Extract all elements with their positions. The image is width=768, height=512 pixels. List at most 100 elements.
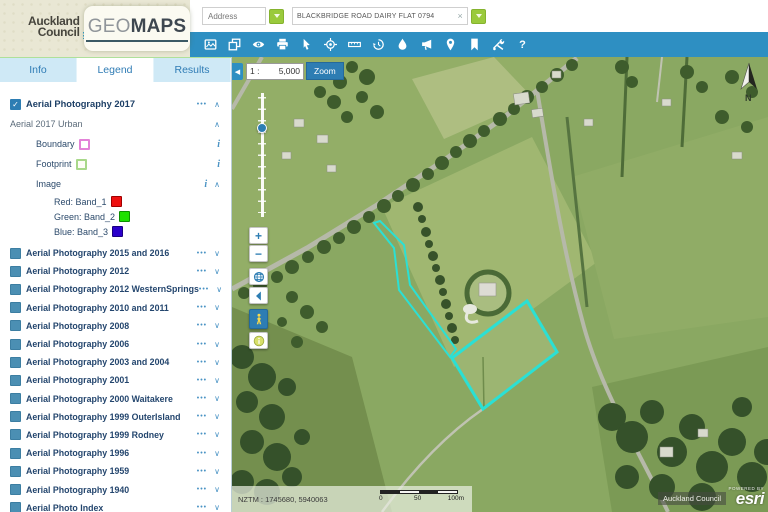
layer-checkbox[interactable]: [10, 339, 21, 350]
scale-input[interactable]: 1 : 5,000: [246, 63, 304, 80]
search-dropdown-button[interactable]: [471, 9, 486, 24]
chevron-up-icon[interactable]: ∧: [214, 120, 220, 129]
more-options-icon[interactable]: •••: [197, 341, 207, 348]
chevron-down-icon[interactable]: ∨: [214, 321, 220, 330]
clear-search-icon[interactable]: ×: [458, 11, 463, 21]
layer-checkbox[interactable]: [10, 302, 21, 313]
full-extent-button[interactable]: [249, 268, 268, 285]
measure-icon[interactable]: [348, 38, 361, 51]
more-options-icon[interactable]: •••: [197, 468, 207, 475]
layer-label[interactable]: Aerial Photography 2001: [26, 375, 129, 385]
more-options-icon[interactable]: •••: [197, 450, 207, 457]
layer-checkbox[interactable]: [10, 375, 21, 386]
chevron-down-icon[interactable]: ∨: [214, 430, 220, 439]
layer-checkbox[interactable]: [10, 448, 21, 459]
layer-label[interactable]: Aerial Photography 1999 OuterIsland: [26, 412, 180, 422]
layer-label[interactable]: Aerial Photography 1996: [26, 448, 129, 458]
layer-label[interactable]: Aerial Photography 2000 Waitakere: [26, 394, 173, 404]
layer-checkbox[interactable]: [10, 484, 21, 495]
info-icon[interactable]: i: [217, 159, 220, 170]
chevron-up-icon[interactable]: ∧: [214, 180, 220, 189]
chevron-down-icon[interactable]: ∨: [214, 503, 220, 512]
chevron-up-icon[interactable]: ∧: [214, 100, 220, 109]
announce-icon[interactable]: [420, 38, 433, 51]
zoom-in-button[interactable]: +: [249, 227, 268, 244]
identify-button[interactable]: [249, 332, 268, 349]
streetview-button[interactable]: [249, 309, 268, 329]
chevron-down-icon[interactable]: ∨: [214, 340, 220, 349]
layer-checkbox[interactable]: [10, 357, 21, 368]
history-icon[interactable]: [372, 38, 385, 51]
export-map-icon[interactable]: [204, 38, 217, 51]
zoom-slider-handle[interactable]: [257, 123, 267, 133]
map-viewport[interactable]: ◀ 1 : 5,000 Zoom + −: [232, 57, 768, 512]
layer-label[interactable]: Aerial Photography 2015 and 2016: [26, 248, 169, 258]
tab-results[interactable]: Results: [154, 58, 231, 82]
more-options-icon[interactable]: •••: [199, 286, 209, 293]
search-type-select[interactable]: Address: [202, 7, 266, 25]
zoom-slider[interactable]: [261, 93, 264, 217]
layer-label[interactable]: Aerial Photography 1999 Rodney: [26, 430, 164, 440]
chevron-down-icon[interactable]: ∨: [216, 285, 222, 294]
more-options-icon[interactable]: •••: [197, 359, 207, 366]
more-options-icon[interactable]: •••: [197, 322, 207, 329]
layer-checkbox[interactable]: [10, 502, 21, 512]
layer-checkbox[interactable]: [10, 266, 21, 277]
search-input[interactable]: BLACKBRIDGE ROAD DAIRY FLAT 0794 ×: [292, 7, 468, 25]
print-icon[interactable]: [276, 38, 289, 51]
more-options-icon[interactable]: •••: [197, 377, 207, 384]
cursor-icon[interactable]: [300, 38, 313, 51]
more-options-icon[interactable]: •••: [197, 101, 207, 108]
layer-checkbox[interactable]: [10, 284, 21, 295]
chevron-down-icon[interactable]: ∨: [214, 358, 220, 367]
layer-label[interactable]: Aerial Photo Index: [26, 503, 103, 512]
layer-label[interactable]: Aerial Photography 1940: [26, 485, 129, 495]
layer-checkbox[interactable]: [10, 393, 21, 404]
drop-icon[interactable]: [396, 38, 409, 51]
layer-checkbox[interactable]: [10, 466, 21, 477]
previous-extent-button[interactable]: [249, 287, 268, 304]
more-options-icon[interactable]: •••: [197, 304, 207, 311]
layer-label[interactable]: Aerial Photography 1959: [26, 466, 129, 476]
layer-label[interactable]: Aerial Photography 2006: [26, 339, 129, 349]
search-type-dropdown-button[interactable]: [269, 9, 284, 24]
layer-label[interactable]: Aerial Photography 2012: [26, 266, 129, 276]
zoom-button[interactable]: Zoom: [306, 62, 344, 80]
more-options-icon[interactable]: •••: [197, 431, 207, 438]
bookmark-icon[interactable]: [468, 38, 481, 51]
layer-checkbox[interactable]: [10, 248, 21, 259]
layer-label[interactable]: Aerial Photography 2012 WesternSprings: [26, 284, 199, 294]
tab-legend[interactable]: Legend: [77, 58, 154, 82]
chevron-down-icon[interactable]: ∨: [214, 394, 220, 403]
tools-icon[interactable]: [492, 38, 505, 51]
layer-label[interactable]: Aerial Photography 2003 and 2004: [26, 357, 169, 367]
pin-icon[interactable]: [444, 38, 457, 51]
more-options-icon[interactable]: •••: [197, 250, 207, 257]
chevron-down-icon[interactable]: ∨: [214, 249, 220, 258]
more-options-icon[interactable]: •••: [197, 413, 207, 420]
layer-checkbox[interactable]: [10, 411, 21, 422]
help-icon[interactable]: ?: [516, 38, 529, 51]
layer-checkbox[interactable]: [10, 429, 21, 440]
chevron-down-icon[interactable]: ∨: [214, 303, 220, 312]
sidebar-collapse-button[interactable]: ◀: [232, 63, 243, 80]
more-options-icon[interactable]: •••: [197, 486, 207, 493]
info-icon[interactable]: i: [204, 179, 207, 190]
more-options-icon[interactable]: •••: [197, 268, 207, 275]
chevron-down-icon[interactable]: ∨: [214, 267, 220, 276]
layer-label[interactable]: Aerial Photography 2010 and 2011: [26, 303, 169, 313]
chevron-down-icon[interactable]: ∨: [214, 412, 220, 421]
copy-icon[interactable]: [228, 38, 241, 51]
layer-label[interactable]: Aerial Photography 2008: [26, 321, 129, 331]
chevron-down-icon[interactable]: ∨: [214, 449, 220, 458]
chevron-down-icon[interactable]: ∨: [214, 485, 220, 494]
info-icon[interactable]: i: [217, 139, 220, 150]
chevron-down-icon[interactable]: ∨: [214, 376, 220, 385]
more-options-icon[interactable]: •••: [197, 395, 207, 402]
layer-title[interactable]: Aerial Photography 2017: [26, 99, 135, 109]
layer-checkbox[interactable]: [10, 320, 21, 331]
locate-icon[interactable]: [324, 38, 337, 51]
layer-checkbox-checked[interactable]: ✓: [10, 99, 21, 110]
zoom-out-button[interactable]: −: [249, 245, 268, 262]
chevron-down-icon[interactable]: ∨: [214, 467, 220, 476]
